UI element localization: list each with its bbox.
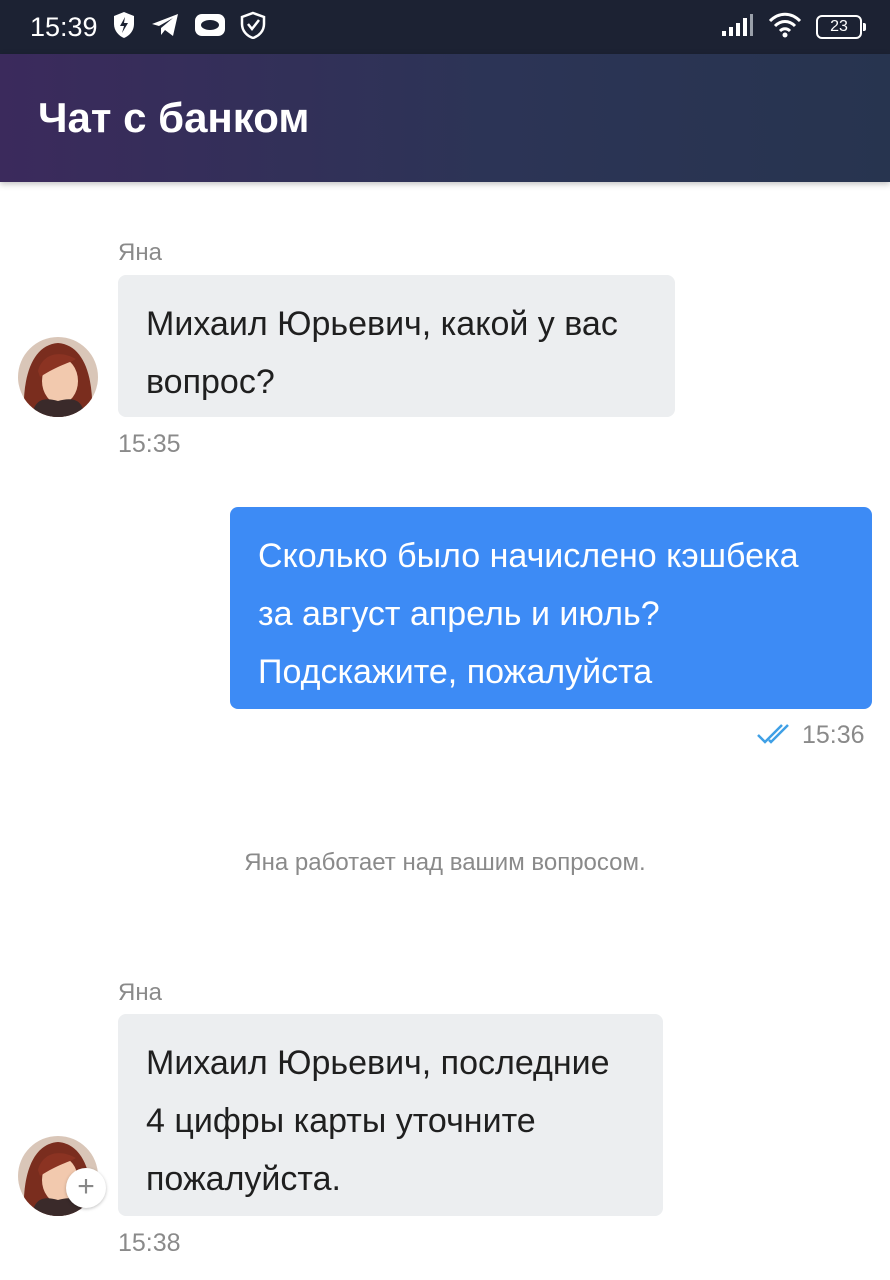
message-bubble-incoming[interactable]: Михаил Юрьевич, последние 4 цифры карты … [118, 1014, 663, 1216]
notification-icons [112, 11, 266, 44]
avatar[interactable] [18, 337, 98, 417]
message-text-line: Михаил Юрьевич, последние [146, 1044, 610, 1082]
message-bubble-outgoing[interactable]: Сколько было начислено кэшбека за август… [230, 507, 872, 709]
message-time: 15:35 [118, 430, 181, 458]
message-bubble-incoming[interactable]: Михаил Юрьевич, какой у вас вопрос? [118, 275, 675, 417]
system-icons: 23 [720, 12, 866, 43]
message-text-line: вопрос? [146, 363, 275, 401]
message-text-line: Подскажите, пожалуйста [258, 653, 653, 691]
signal-icon [720, 13, 754, 42]
page-title: Чат с банком [38, 94, 310, 141]
wifi-icon [768, 12, 802, 43]
shield-bolt-icon [112, 11, 136, 44]
system-status-note: Яна работает над вашим вопросом. [244, 849, 646, 876]
double-check-icon [756, 723, 792, 750]
message-time: 15:38 [118, 1229, 181, 1257]
battery-icon: 23 [816, 15, 866, 39]
cloud-icon [194, 12, 226, 43]
message-sender: Яна [118, 979, 162, 1006]
message-text-line: Михаил Юрьевич, какой у вас [146, 305, 618, 343]
message-time: 15:36 [802, 721, 865, 749]
app-header: Чат с банком [0, 54, 890, 182]
message-text-line: за август апрель и июль? [258, 595, 660, 633]
message-text-line: пожалуйста. [146, 1160, 341, 1198]
message-sender: Яна [118, 239, 162, 266]
add-icon[interactable]: + [66, 1168, 106, 1208]
status-bar: 15:39 23 [0, 0, 890, 54]
telegram-icon [150, 12, 180, 43]
message-text-line: Сколько было начислено кэшбека [258, 537, 799, 575]
message-text-line: 4 цифры карты уточните [146, 1102, 536, 1140]
status-time: 15:39 [30, 12, 98, 42]
vpn-shield-icon [240, 11, 266, 44]
